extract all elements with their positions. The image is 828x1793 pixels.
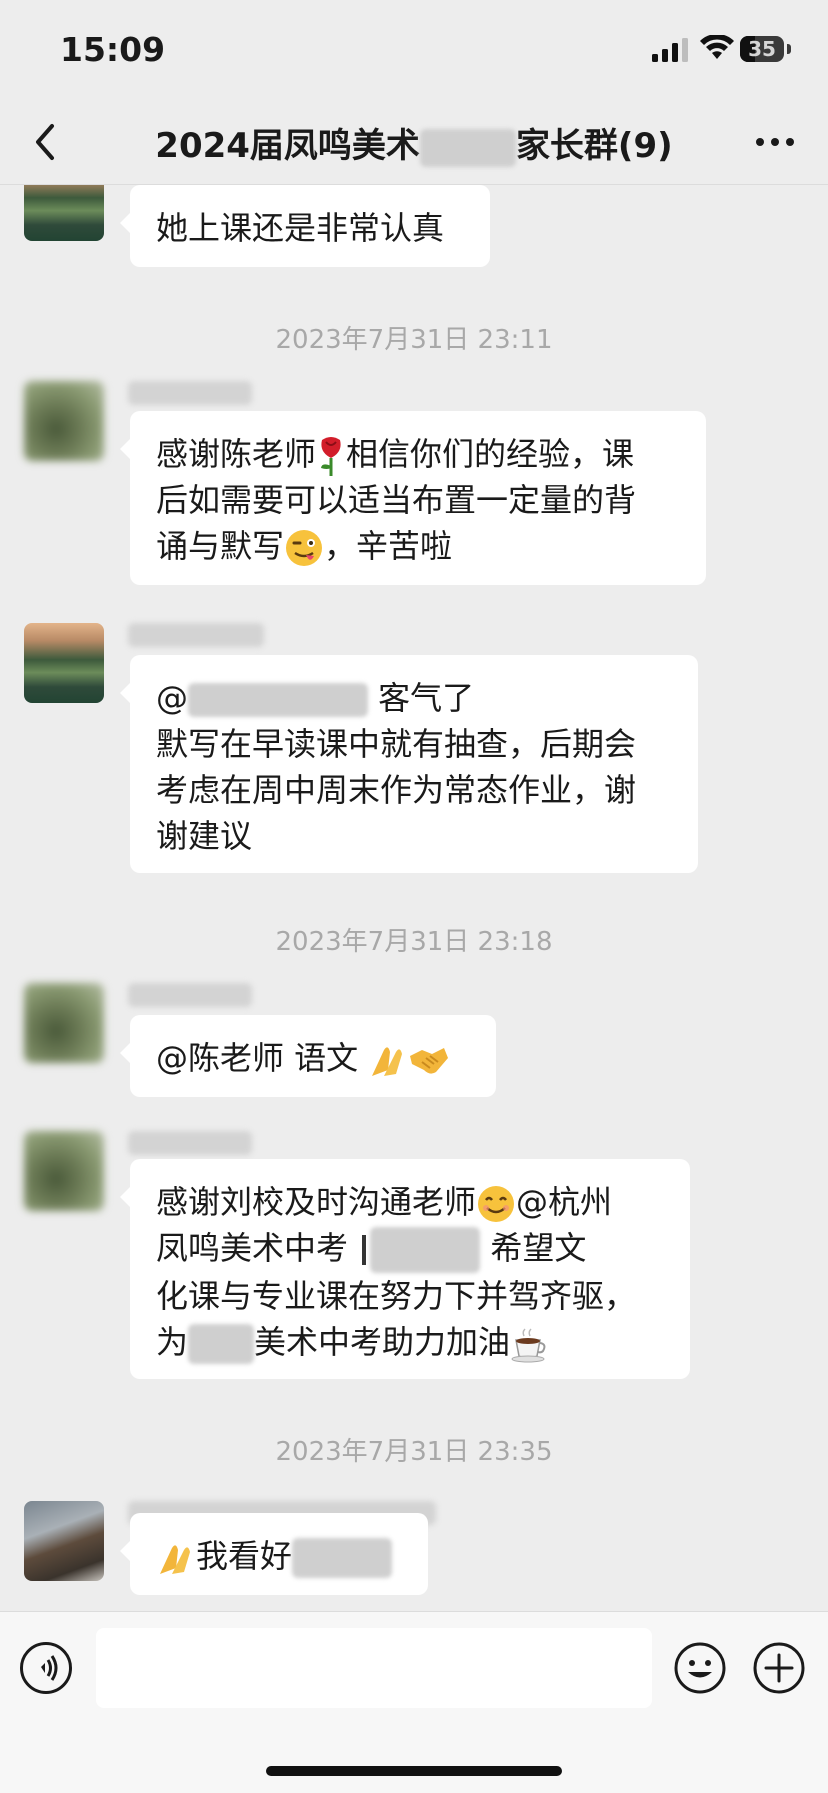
sender-name	[128, 623, 264, 647]
pray-emoji-icon	[372, 1047, 403, 1076]
message-input[interactable]	[96, 1628, 652, 1708]
rose-emoji-icon	[321, 437, 341, 476]
avatar[interactable]	[24, 381, 104, 461]
chat-title-prefix: 2024届凤鸣美术	[155, 126, 420, 166]
redacted-mention	[188, 683, 368, 717]
message-bubble[interactable]: @ 客气了 默写在早读课中就有抽查，后期会 考虑在周中周末作为常态作业，谢 谢建…	[120, 655, 698, 873]
message-bubble[interactable]: 她上课还是非常认真	[120, 185, 490, 267]
emoji-picker-icon[interactable]	[673, 1641, 727, 1695]
more-options-icon[interactable]	[750, 122, 800, 162]
message-text: 化课与专业课在努力下并驾齐驱，	[156, 1277, 637, 1315]
message-text: 凤鸣美术中考	[156, 1229, 359, 1267]
nav-bar: 2024届凤鸣美术 家长群(9)	[0, 100, 828, 185]
message-text: 谢建议	[156, 817, 253, 855]
timestamp: 2023年7月31日 23:18	[275, 927, 553, 957]
message-text: 感谢刘校及时沟通老师	[156, 1183, 477, 1221]
message-bubble[interactable]: 我看好	[120, 1513, 428, 1595]
avatar[interactable]	[24, 983, 104, 1063]
message-text: ，辛苦啦	[324, 527, 453, 565]
message-text: 考虑在周中周末作为常态作业，谢	[156, 771, 637, 809]
message-text: 她上课还是非常认真	[156, 209, 445, 247]
message-text: 为	[156, 1323, 189, 1361]
message-text: @陈老师 语文	[156, 1039, 369, 1077]
back-chevron-icon[interactable]	[26, 120, 66, 164]
handshake-emoji-icon	[410, 1048, 449, 1074]
message-text: 后如需要可以适当布置一定量的背	[156, 481, 637, 519]
redacted-name	[419, 128, 516, 167]
chat-title: 2024届凤鸣美术 家长群(9)	[110, 118, 718, 167]
input-bar	[0, 1611, 828, 1793]
avatar[interactable]	[24, 1131, 104, 1211]
timestamp: 2023年7月31日 23:11	[275, 325, 553, 355]
mention-at: @	[156, 679, 188, 717]
avatar[interactable]	[24, 1501, 104, 1581]
message-bubble[interactable]: 感谢刘校及时沟通老师 @杭州 凤鸣美术中考 希望文 化课与专业课在努力下并驾齐驱，…	[120, 1159, 690, 1379]
home-indicator	[266, 1766, 562, 1776]
coffee-emoji-icon	[511, 1328, 546, 1363]
wifi-icon	[700, 35, 734, 59]
sender-name	[128, 381, 252, 405]
timestamp: 2023年7月31日 23:35	[275, 1437, 553, 1467]
battery-level: 35	[748, 37, 776, 61]
message-text: 客气了	[378, 679, 475, 717]
sender-name	[128, 983, 252, 1007]
text-cursor	[362, 1235, 367, 1265]
chat-message-list[interactable]: 她上课还是非常认真 2023年7月31日 23:11 感谢陈老师 相信你们的经验，…	[0, 185, 828, 1611]
message-text: @杭州	[516, 1183, 613, 1221]
battery-icon: 35	[740, 36, 784, 62]
chat-title-suffix: 家长群(9)	[515, 126, 673, 166]
smile-emoji-icon	[478, 1186, 515, 1222]
message-text: 美术中考助力加油	[254, 1323, 511, 1361]
status-time: 15:09	[60, 30, 166, 69]
more-functions-plus-icon[interactable]	[752, 1641, 806, 1695]
redacted-name	[370, 1227, 481, 1273]
pray-emoji-icon	[160, 1545, 190, 1574]
message-text: 诵与默写	[156, 527, 285, 565]
message-text: 感谢陈老师	[156, 435, 317, 473]
redacted-name	[188, 1324, 255, 1364]
voice-input-icon[interactable]	[20, 1642, 72, 1694]
battery-tip	[787, 44, 791, 54]
cellular-signal-icon	[652, 38, 688, 62]
message-bubble[interactable]: 感谢陈老师 相信你们的经验，课 后如需要可以适当布置一定量的背 诵与默写 ，辛苦啦	[120, 411, 706, 585]
status-bar: 15:09 35	[0, 0, 828, 100]
message-text: 相信你们的经验，课	[346, 435, 635, 473]
winking-tongue-emoji-icon	[286, 530, 323, 566]
sender-name	[128, 1131, 252, 1155]
message-bubble[interactable]: @陈老师 语文	[120, 1015, 496, 1097]
redacted-name	[292, 1538, 393, 1578]
avatar[interactable]	[24, 623, 104, 703]
message-text: 希望文	[480, 1229, 587, 1267]
message-text: 我看好	[196, 1537, 293, 1575]
message-text: 默写在早读课中就有抽查，后期会	[156, 725, 637, 763]
avatar[interactable]	[24, 185, 104, 241]
